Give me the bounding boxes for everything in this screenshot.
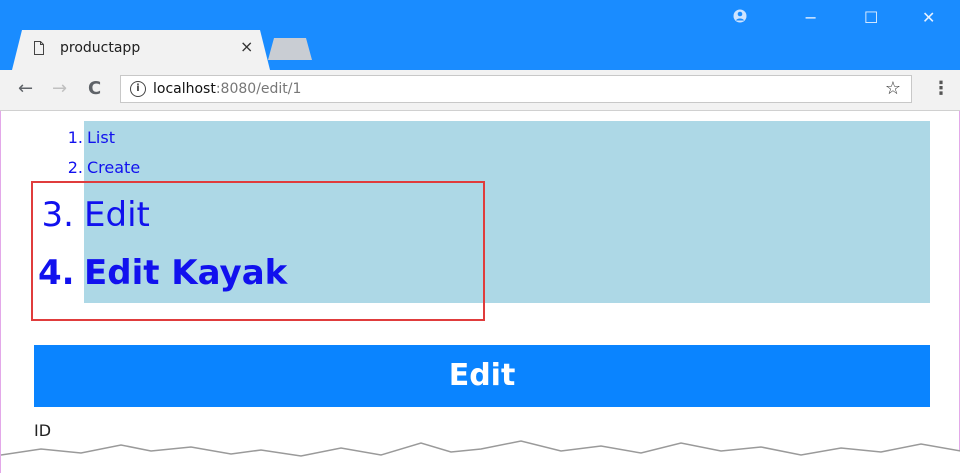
address-bar[interactable]: i localhost:8080/edit/1 ☆ bbox=[120, 75, 912, 103]
breadcrumb-label: List bbox=[87, 128, 115, 147]
breadcrumb-item-list[interactable]: 1. List bbox=[61, 128, 115, 147]
url-path: :8080/edit/1 bbox=[215, 81, 302, 97]
browser-tab[interactable]: productapp × bbox=[12, 30, 270, 70]
browser-toolbar: ← → C i localhost:8080/edit/1 ☆ ⋮ bbox=[0, 70, 960, 111]
reload-icon[interactable]: C bbox=[88, 78, 101, 99]
page-icon bbox=[34, 41, 44, 55]
tab-close-icon[interactable]: × bbox=[240, 37, 253, 56]
page-content: 1. List 2. Create 3. Edit 4. Edit Kayak Edit… bbox=[0, 111, 960, 473]
url-host: localhost bbox=[153, 81, 216, 97]
title-bar: productapp × − ☐ ✕ bbox=[0, 0, 960, 70]
url-text: localhost:8080/edit/1 bbox=[153, 81, 301, 97]
forward-icon[interactable]: → bbox=[52, 78, 67, 99]
browser-window: productapp × − ☐ ✕ ← → C i localhost:808… bbox=[0, 0, 960, 473]
page-heading: Edit bbox=[34, 345, 930, 407]
tab-title: productapp bbox=[60, 40, 141, 56]
browser-menu-icon[interactable]: ⋮ bbox=[932, 78, 950, 99]
account-icon[interactable] bbox=[733, 8, 747, 27]
breadcrumb-number: 1. bbox=[67, 128, 83, 147]
new-tab-button[interactable] bbox=[268, 38, 312, 60]
minimize-icon[interactable]: − bbox=[804, 8, 817, 27]
breadcrumb-item-create[interactable]: 2. Create bbox=[61, 158, 140, 177]
breadcrumb-number: 2. bbox=[67, 158, 83, 177]
close-window-icon[interactable]: ✕ bbox=[922, 8, 935, 27]
bookmark-star-icon[interactable]: ☆ bbox=[885, 78, 901, 99]
highlight-annotation bbox=[31, 181, 485, 321]
maximize-icon[interactable]: ☐ bbox=[864, 8, 878, 27]
torn-edge bbox=[1, 440, 960, 473]
info-icon[interactable]: i bbox=[130, 81, 146, 97]
back-icon[interactable]: ← bbox=[18, 78, 33, 99]
breadcrumb-label: Create bbox=[87, 158, 141, 177]
